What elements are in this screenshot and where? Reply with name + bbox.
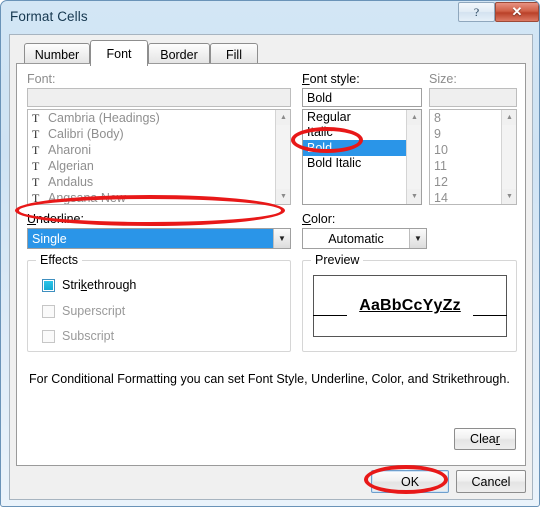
color-combo[interactable]: Automatic ▼ (302, 228, 427, 249)
preview-title: Preview (311, 253, 364, 267)
list-item[interactable]: T Cambria (Headings) (28, 110, 275, 126)
checkbox-label: Superscript (62, 304, 126, 318)
truetype-icon: T (32, 111, 39, 125)
underline-label: Underline: (27, 212, 84, 226)
checkbox-unchecked-icon (42, 304, 55, 318)
checkbox-indeterminate-icon[interactable] (42, 278, 55, 292)
scroll-down-icon[interactable]: ▼ (502, 189, 516, 204)
truetype-icon: T (32, 159, 39, 173)
checkbox-unchecked-icon (42, 329, 55, 343)
list-item[interactable]: Bold Italic (303, 156, 406, 171)
tab-font[interactable]: Font (90, 40, 148, 66)
font-label: Font: (27, 72, 56, 86)
scroll-up-icon[interactable]: ▲ (407, 110, 421, 125)
truetype-icon: T (32, 191, 39, 204)
list-item[interactable]: T Aharoni (28, 142, 275, 158)
help-icon[interactable]: ? (458, 2, 495, 22)
truetype-icon: T (32, 127, 39, 141)
list-item[interactable]: 11 (430, 158, 501, 174)
preview-box: AaBbCcYyZz (313, 275, 507, 337)
list-item[interactable]: T Angsana New (28, 190, 275, 204)
truetype-icon: T (32, 175, 39, 189)
window-title: Format Cells (10, 9, 88, 24)
font-style-label: Font style: (302, 72, 360, 86)
list-item[interactable]: T Algerian (28, 158, 275, 174)
list-item[interactable]: T Calibri (Body) (28, 126, 275, 142)
font-tab-page: Font: T Cambria (Headings) T Calibri (Body… (16, 63, 526, 466)
tab-number[interactable]: Number (24, 43, 90, 65)
font-style-input[interactable]: Bold (302, 88, 422, 107)
scroll-up-icon[interactable]: ▲ (276, 110, 290, 125)
font-style-list[interactable]: Regular Italic Bold Bold Italic ▲ ▼ (302, 109, 422, 205)
font-list[interactable]: T Cambria (Headings) T Calibri (Body) T Aha… (27, 109, 291, 205)
preview-rule-right (473, 315, 507, 316)
scroll-up-icon[interactable]: ▲ (502, 110, 516, 125)
checkbox-subscript: Subscript (42, 329, 114, 343)
underline-value: Single (28, 229, 273, 248)
clear-button[interactable]: Clea r (454, 428, 516, 450)
list-item[interactable]: 9 (430, 126, 501, 142)
font-list-scrollbar[interactable]: ▲ ▼ (275, 110, 290, 204)
tab-fill[interactable]: Fill (210, 43, 258, 65)
list-item[interactable]: 14 (430, 190, 501, 204)
checkbox-label: Subscript (62, 329, 115, 343)
size-list[interactable]: 8 9 10 11 12 14 ▲ ▼ (429, 109, 517, 205)
scroll-down-icon[interactable]: ▼ (407, 189, 421, 204)
underline-combo[interactable]: Single ▼ (27, 228, 291, 249)
list-item[interactable]: Regular (303, 110, 406, 125)
size-list-scrollbar[interactable]: ▲ ▼ (501, 110, 516, 204)
color-label: Color: (302, 212, 336, 226)
dialog-body: Number Font Border Fill Font: T Cambria (… (9, 34, 533, 500)
font-style-bold-item[interactable]: Bold (303, 140, 406, 156)
format-cells-dialog: Format Cells ? ✕ Number Font Border Fill… (0, 0, 540, 507)
font-input[interactable] (27, 88, 291, 107)
cancel-button[interactable]: Cancel (456, 470, 526, 493)
conditional-formatting-note: For Conditional Formatting you can set F… (29, 372, 510, 386)
list-item[interactable]: 8 (430, 110, 501, 126)
list-item[interactable]: 12 (430, 174, 501, 190)
close-icon[interactable]: ✕ (495, 2, 539, 22)
effects-title: Effects (36, 253, 82, 267)
truetype-icon: T (32, 143, 39, 157)
ok-button[interactable]: OK (371, 470, 449, 493)
chevron-down-icon[interactable]: ▼ (409, 229, 426, 248)
list-item[interactable]: 10 (430, 142, 501, 158)
preview-rule-left (313, 315, 347, 316)
color-value: Automatic (328, 231, 384, 246)
tab-border[interactable]: Border (148, 43, 210, 65)
checkbox-strikethrough[interactable]: Strikethrough (42, 278, 136, 292)
title-bar: Format Cells ? ✕ (1, 1, 539, 35)
checkbox-superscript: Superscript (42, 304, 125, 318)
preview-sample-text: AaBbCcYyZz (359, 297, 461, 314)
checkbox-label: Strikethrough (62, 278, 137, 292)
list-item[interactable]: Italic (303, 125, 406, 140)
font-style-scrollbar[interactable]: ▲ ▼ (406, 110, 421, 204)
size-label: Size: (429, 72, 457, 86)
list-item[interactable]: T Andalus (28, 174, 275, 190)
chevron-down-icon[interactable]: ▼ (273, 229, 290, 248)
scroll-down-icon[interactable]: ▼ (276, 189, 290, 204)
size-input[interactable] (429, 88, 517, 107)
